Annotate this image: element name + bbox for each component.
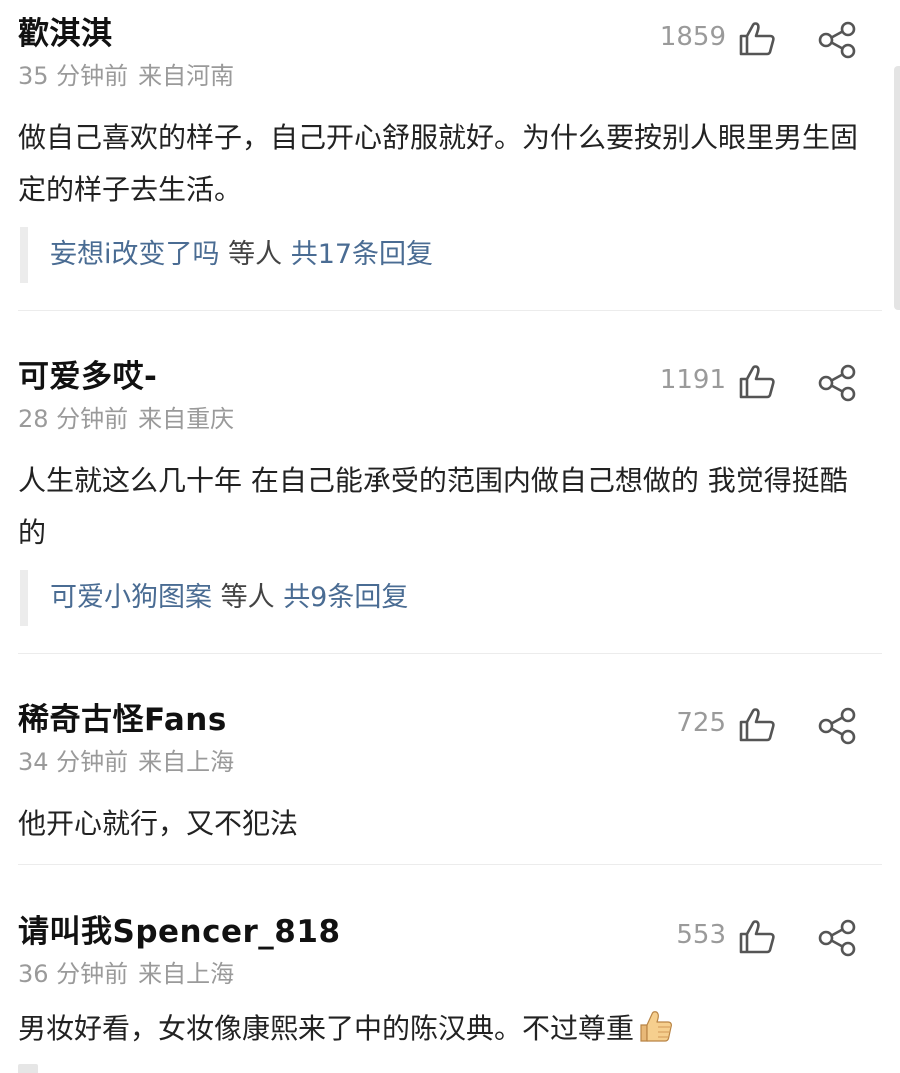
comment-author[interactable]: 请叫我Spencer_818: [18, 906, 341, 951]
comment-time: 35 分钟前: [18, 62, 129, 90]
comment-text: 人生就这么几十年 在自己能承受的范围内做自己想做的 我觉得挺酷的: [18, 464, 848, 549]
comment-meta: 34 分钟前 来自上海: [18, 742, 234, 777]
divider: [18, 310, 882, 311]
comment-author[interactable]: 歡淇淇: [18, 8, 113, 53]
reply-count-link[interactable]: 共9条回复: [283, 582, 408, 613]
reply-middle-text: 等人: [228, 239, 283, 270]
like-count: 725: [676, 708, 726, 738]
reply-middle-text: 等人: [220, 582, 275, 613]
comment-meta: 36 分钟前 来自上海: [18, 954, 234, 989]
thumbs-up-icon[interactable]: [738, 21, 776, 57]
comment-text: 他开心就行，又不犯法: [18, 807, 299, 840]
comment-author[interactable]: 稀奇古怪Fans: [18, 694, 227, 739]
comment-location: 来自河南: [138, 62, 235, 90]
comment-meta: 28 分钟前 来自重庆: [18, 399, 234, 434]
comment-text: 男妆好看，女妆像康熙来了中的陈汉典。不过尊重: [18, 1012, 635, 1045]
reply-count-link[interactable]: 共17条回复: [291, 239, 433, 270]
comment-author[interactable]: 可爱多哎-: [18, 351, 157, 396]
divider: [18, 653, 882, 654]
comment-text: 做自己喜欢的样子，自己开心舒服就好。为什么要按别人眼里男生固定的样子去生活。: [18, 121, 859, 206]
reply-user-link[interactable]: 可爱小狗图案: [50, 582, 212, 613]
comment-time: 34 分钟前: [18, 748, 129, 776]
thumbs-up-emoji-icon: [640, 1011, 672, 1042]
share-icon[interactable]: [817, 707, 857, 745]
share-icon[interactable]: [817, 21, 857, 59]
share-icon[interactable]: [817, 364, 857, 402]
divider: [18, 864, 882, 865]
comment-time: 28 分钟前: [18, 405, 129, 433]
comment-location: 来自上海: [138, 960, 235, 988]
reply-user-link[interactable]: 妄想i改变了吗: [50, 239, 220, 270]
thumbs-up-icon[interactable]: [738, 919, 776, 955]
comment-location: 来自上海: [138, 748, 235, 776]
like-count: 1191: [659, 365, 726, 395]
comment-location: 来自重庆: [138, 405, 235, 433]
share-icon[interactable]: [817, 919, 857, 957]
next-comment-peek: [18, 1064, 38, 1073]
comment-meta: 35 分钟前 来自河南: [18, 56, 234, 91]
thumbs-up-icon[interactable]: [738, 707, 776, 743]
comment-text-wrapper: 男妆好看，女妆像康熙来了中的陈汉典。不过尊重: [18, 1003, 863, 1055]
reply-summary[interactable]: 可爱小狗图案 等人 共9条回复: [20, 570, 408, 626]
thumbs-up-icon[interactable]: [738, 364, 776, 400]
reply-summary[interactable]: 妄想i改变了吗 等人 共17条回复: [20, 227, 433, 283]
like-count: 553: [676, 920, 726, 950]
like-count: 1859: [659, 22, 726, 52]
scrollbar[interactable]: [894, 66, 900, 310]
comment-time: 36 分钟前: [18, 960, 129, 988]
